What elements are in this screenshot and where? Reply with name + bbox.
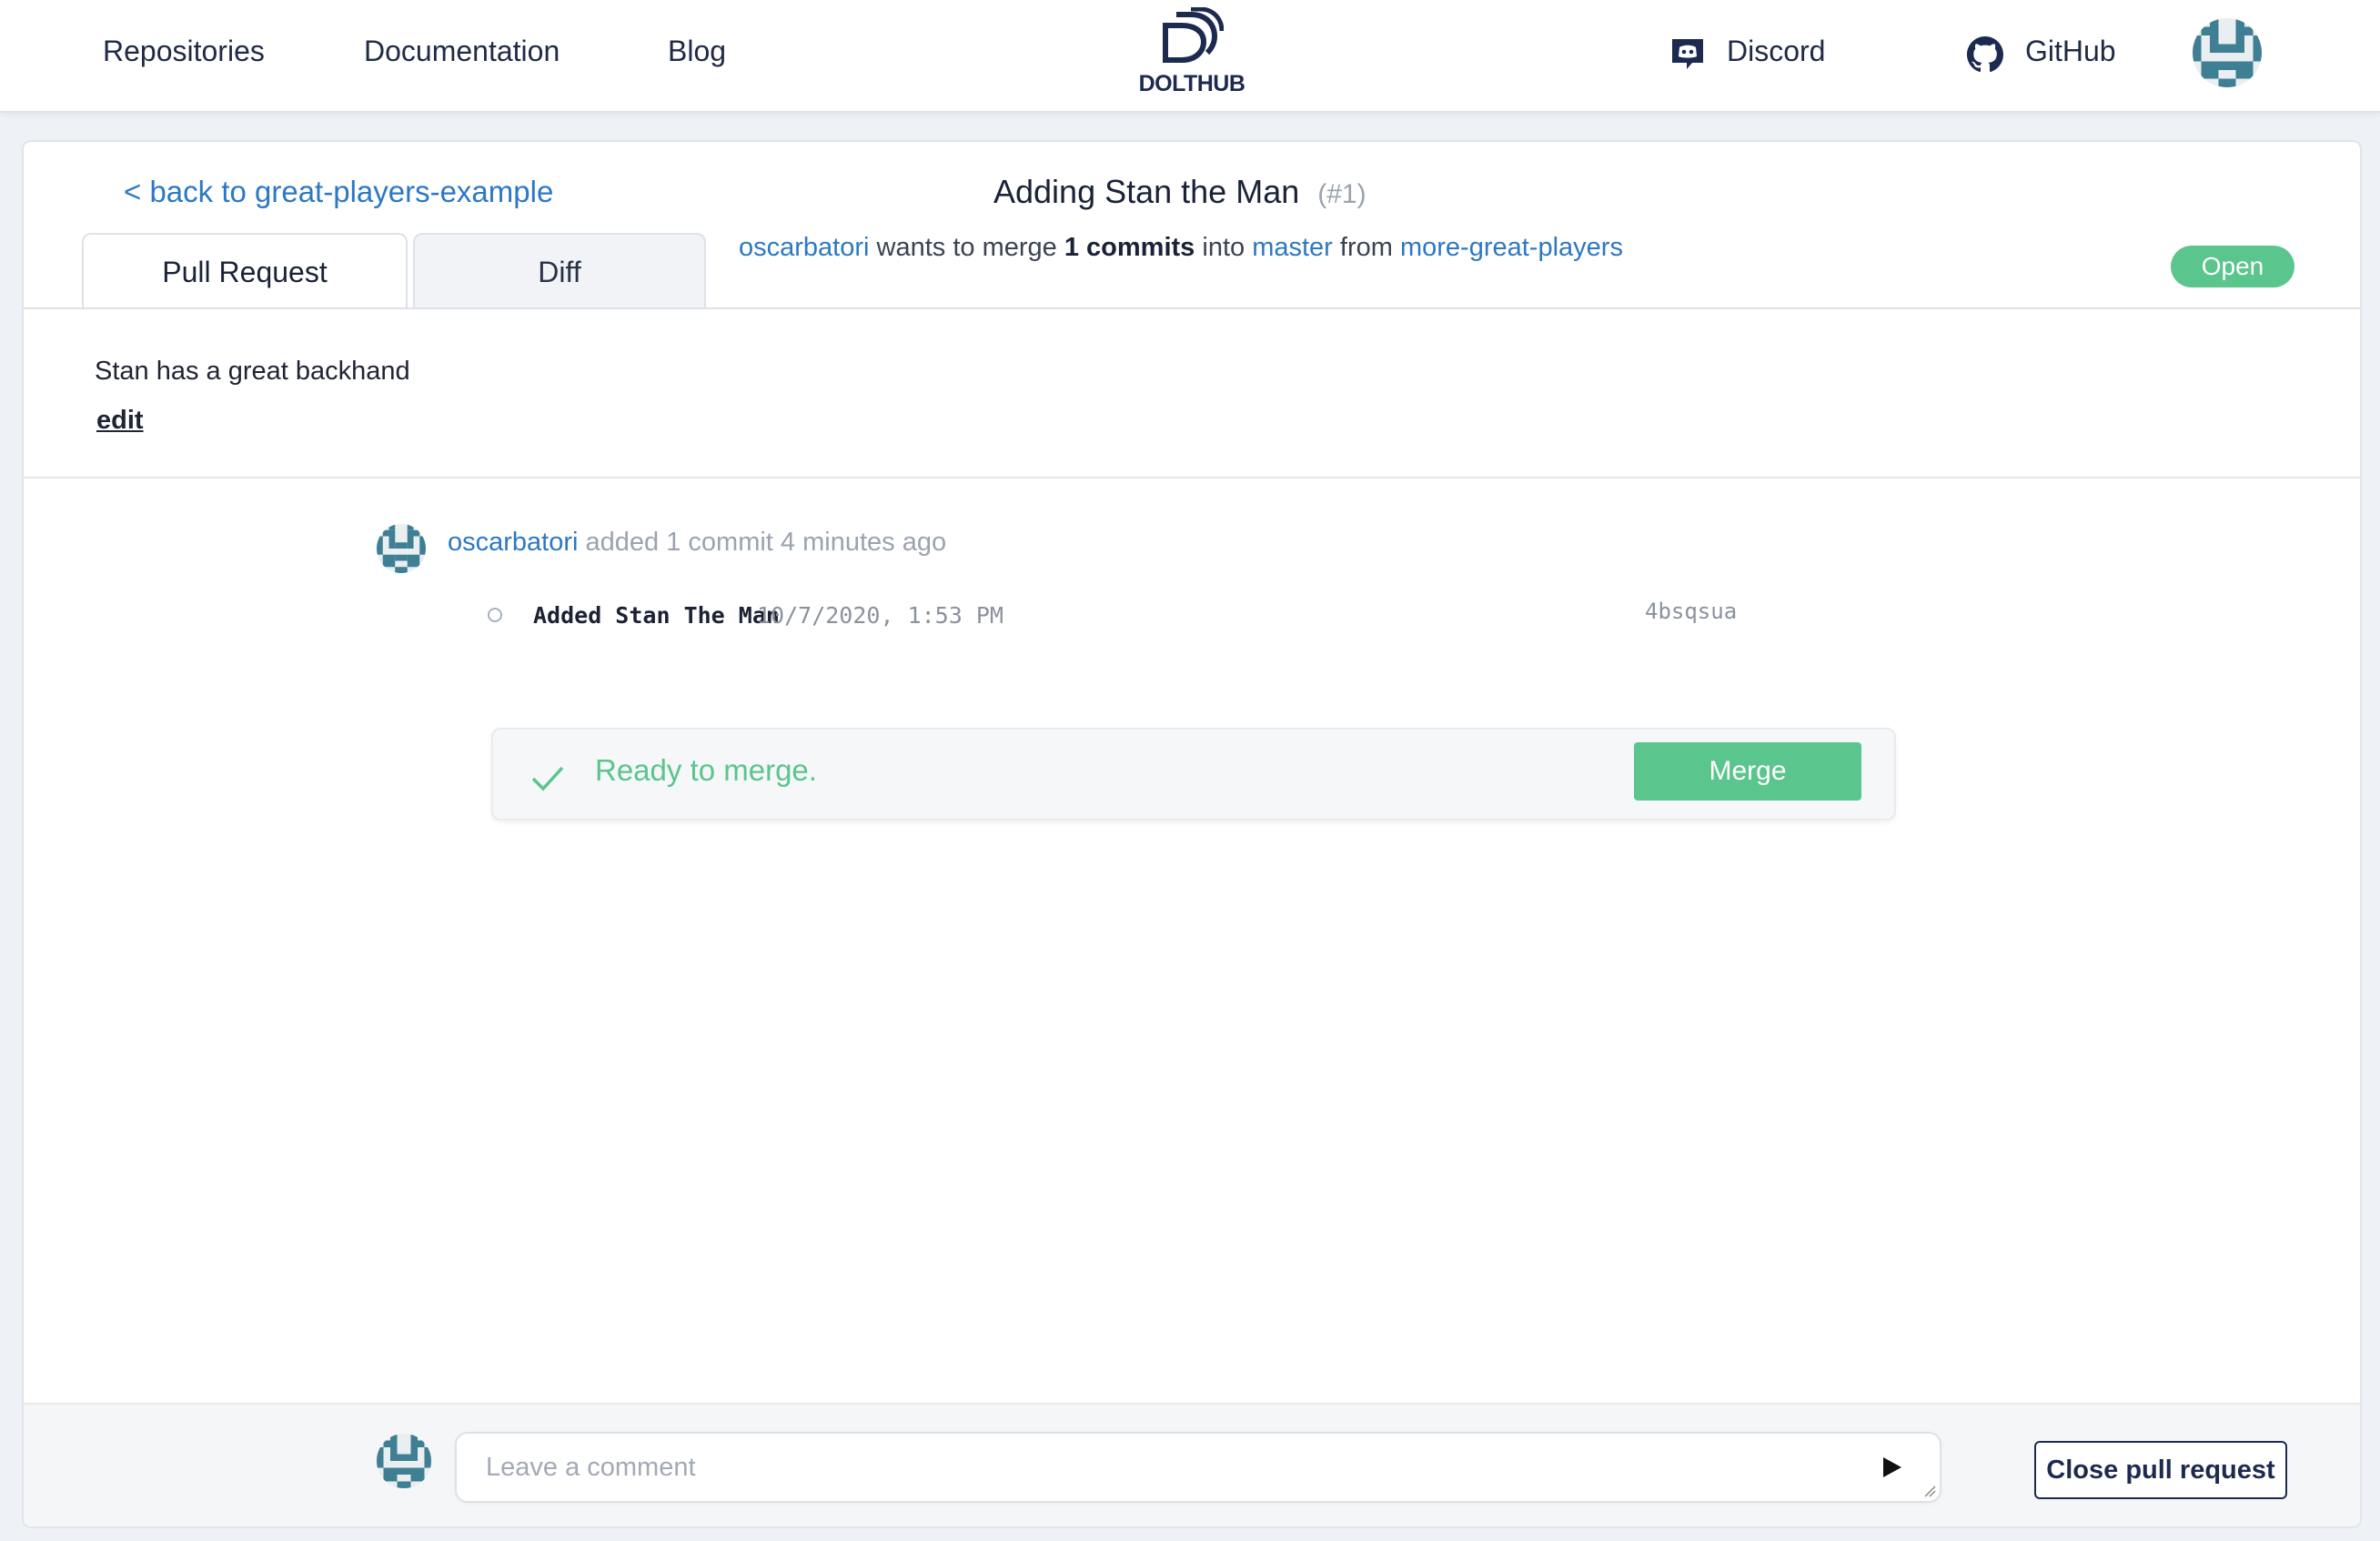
nav-repositories[interactable]: Repositories xyxy=(103,35,265,68)
avatar-icon xyxy=(377,524,426,573)
pr-meta-from: from xyxy=(1339,233,1393,262)
resize-handle-icon[interactable] xyxy=(1923,1485,1936,1497)
pr-meta-wants: wants to merge xyxy=(876,233,1057,262)
pr-author-link[interactable]: oscarbatori xyxy=(739,233,869,262)
user-avatar[interactable] xyxy=(2193,18,2262,87)
activity-avatar xyxy=(377,524,426,573)
dolthub-logo-icon xyxy=(1163,7,1224,63)
github-icon[interactable] xyxy=(1967,36,2003,73)
comment-input[interactable] xyxy=(484,1450,1852,1485)
pr-commit-count: 1 commits xyxy=(1064,233,1195,262)
head-branch-link[interactable]: more-great-players xyxy=(1400,233,1623,262)
dolthub-logo[interactable]: DOLTHUB xyxy=(1135,7,1248,98)
commit-row[interactable]: Added Stan The Man 10/7/2020, 1:53 PM 4b… xyxy=(464,597,1938,633)
status-badge: Open xyxy=(2171,246,2294,287)
edit-description-link[interactable]: edit xyxy=(96,406,144,436)
commit-hash-link[interactable]: 4bsqsua xyxy=(1645,599,1737,624)
nav-github[interactable]: GitHub xyxy=(2025,35,2116,68)
tab-diff[interactable]: Diff xyxy=(413,233,706,309)
commit-message: Added Stan The Man xyxy=(533,602,780,629)
nav-documentation[interactable]: Documentation xyxy=(364,35,560,68)
activity-author-link[interactable]: oscarbatori xyxy=(448,528,578,557)
comment-footer: Close pull request xyxy=(24,1403,2360,1526)
commit-dot-icon xyxy=(488,608,502,622)
activity-text: added 1 commit 4 minutes ago xyxy=(585,528,947,557)
brand-text: DOLTHUB xyxy=(1138,71,1245,96)
merge-status-text: Ready to merge. xyxy=(595,753,817,787)
commit-date: 10/7/2020, 1:53 PM xyxy=(757,602,1003,629)
pr-description: Stan has a great backhand xyxy=(95,357,410,386)
back-to-repo-link[interactable]: < back to great-players-example xyxy=(124,175,553,209)
discord-icon[interactable] xyxy=(1670,36,1705,71)
pr-title: Adding Stan the Man (#1) xyxy=(993,173,1366,211)
checkmark-icon xyxy=(531,766,564,791)
merge-button[interactable]: Merge xyxy=(1634,742,1861,801)
pull-request-card: < back to great-players-example Pull Req… xyxy=(22,140,2362,1528)
tab-pull-request[interactable]: Pull Request xyxy=(82,233,408,309)
avatar-icon xyxy=(2193,18,2262,87)
activity-entry: oscarbatori added 1 commit 4 minutes ago xyxy=(448,528,946,558)
nav-blog[interactable]: Blog xyxy=(668,35,726,68)
pr-number: (#1) xyxy=(1317,179,1366,209)
pr-title-text: Adding Stan the Man xyxy=(993,173,1300,210)
base-branch-link[interactable]: master xyxy=(1252,233,1333,262)
close-pull-request-button[interactable]: Close pull request xyxy=(2034,1441,2287,1499)
section-divider xyxy=(24,477,2360,478)
pr-merge-summary: oscarbatori wants to merge 1 commits int… xyxy=(739,233,1623,263)
comment-avatar xyxy=(377,1434,431,1488)
send-icon[interactable] xyxy=(1878,1454,1905,1481)
pr-meta-into: into xyxy=(1202,233,1245,262)
comment-box xyxy=(455,1432,1941,1503)
top-navbar: Repositories Documentation Blog DOLTHUB … xyxy=(0,0,2380,113)
avatar-icon xyxy=(377,1434,431,1488)
nav-discord[interactable]: Discord xyxy=(1727,35,1825,68)
tab-underline xyxy=(24,307,2360,309)
merge-status-box: Ready to merge. Merge xyxy=(491,728,1896,821)
